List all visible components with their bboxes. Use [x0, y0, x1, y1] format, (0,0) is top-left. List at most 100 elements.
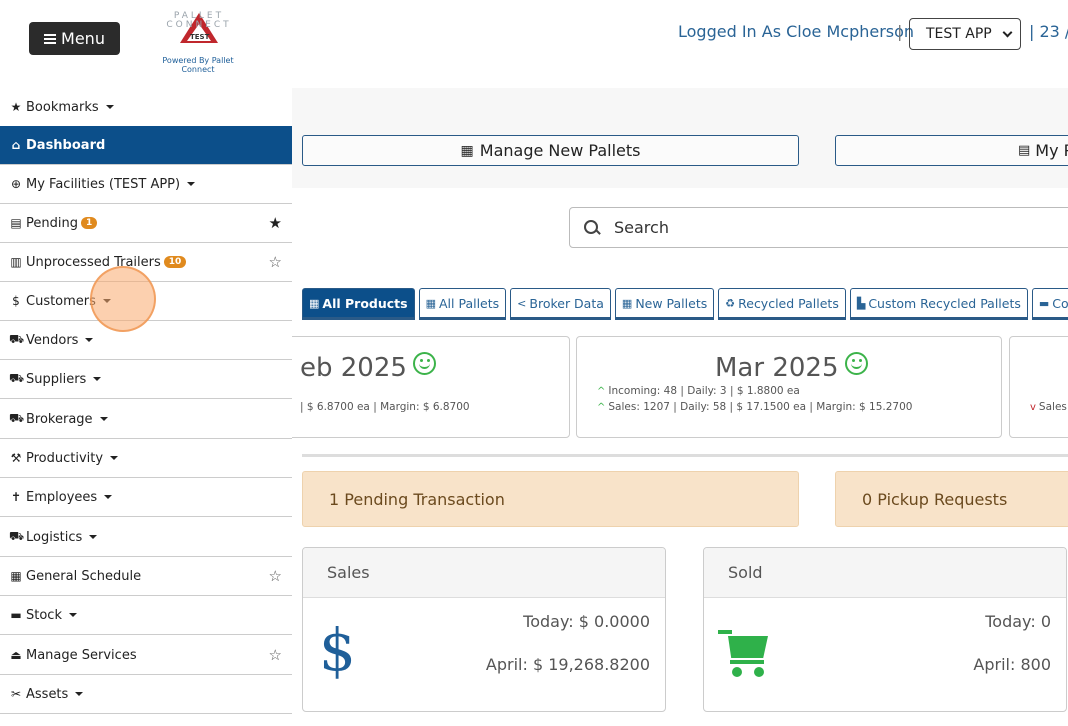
truck-icon: ⛟ [9, 529, 25, 543]
caret-down-icon [89, 535, 98, 539]
tab-all-pallets[interactable]: ▦ All Pallets [418, 288, 507, 320]
hammer-icon: ⚒ [10, 451, 22, 465]
shopping-cart-icon [718, 630, 774, 680]
panel-title: Sold [704, 548, 1066, 598]
calendar-icon: ▦ [10, 569, 22, 583]
sold-month: April: 800 [973, 655, 1051, 674]
tools-icon: ✂ [10, 687, 22, 701]
sidebar-item-productivity[interactable]: ⚒ Productivity [0, 439, 292, 478]
menu-button[interactable]: Menu [29, 22, 120, 55]
truck-icon: ⛟ [9, 371, 25, 385]
sidebar-item-assets[interactable]: ✂ Assets [0, 675, 292, 714]
clipboard-icon: ▤ [1018, 143, 1031, 158]
sidebar-item-label: Employees [26, 489, 98, 505]
month-sales-line: | $ 6.8700 ea | Margin: $ 6.8700 [300, 401, 470, 413]
tab-combo-pallets[interactable]: ▬Combo Pa [1031, 288, 1068, 320]
section-divider [302, 454, 1068, 457]
sidebar-item-label: Customers [26, 293, 96, 309]
caret-down-icon [75, 692, 84, 696]
sidebar-item-logistics[interactable]: ⛟ Logistics [0, 518, 292, 557]
sales-panel: Sales $ Today: $ 0.0000 April: $ 19,268.… [302, 547, 666, 712]
sidebar-item-suppliers[interactable]: ⛟ Suppliers [0, 360, 292, 399]
tab-broker-data[interactable]: < Broker Data [510, 288, 611, 320]
tab-label: All Pallets [439, 295, 500, 311]
menu-label: Menu [61, 29, 105, 48]
logged-in-user[interactable]: Logged In As Cloe Mcpherson [678, 22, 914, 41]
button-label: Manage New Pallets [479, 141, 641, 160]
sidebar-item-pending[interactable]: ▤ Pending 1 ★ [0, 204, 292, 243]
month-incoming-line: ^ Incoming: 48 | Daily: 3 | $ 1.8800 ea [597, 385, 800, 397]
truck-icon: ⛟ [9, 411, 25, 425]
tab-custom-recycled-pallets[interactable]: ▙ Custom Recycled Pallets [849, 288, 1028, 320]
sidebar-item-stock[interactable]: ▬ Stock [0, 596, 292, 635]
sidebar-item-brokerage[interactable]: ⛟ Brokerage [0, 400, 292, 439]
tab-recycled-pallets[interactable]: ♻ Recycled Pallets [718, 288, 846, 320]
sidebar-item-label: Bookmarks [26, 99, 99, 115]
caret-down-icon [99, 417, 108, 421]
logo-powered-by: Powered By Pallet Connect [162, 56, 234, 74]
sidebar-item-label: Vendors [26, 332, 79, 348]
chevron-up-icon: ^ [597, 402, 606, 413]
sidebar: ★ Bookmarks ⌂ Dashboard ⊕ My Facilities … [0, 88, 292, 726]
caret-down-icon [187, 182, 196, 186]
sidebar-item-label: Unprocessed Trailers [26, 254, 161, 270]
pending-count-badge: 1 [80, 217, 98, 229]
month-card-apr: v Sales [1009, 336, 1068, 438]
caret-down-icon [104, 495, 113, 499]
sidebar-item-manage-services[interactable]: ⏏ Manage Services ☆ [0, 636, 292, 675]
header-separator: | [897, 22, 903, 41]
bookmark-star-outline-icon[interactable]: ☆ [269, 646, 282, 664]
sales-today: Today: $ 0.0000 [523, 612, 650, 631]
trailer-icon: ▥ [10, 255, 22, 269]
app-select[interactable]: TEST APP [909, 18, 1021, 50]
sidebar-item-label: Suppliers [26, 371, 87, 387]
sidebar-item-general-schedule[interactable]: ▦ General Schedule ☆ [0, 557, 292, 596]
tab-label: Combo Pa [1052, 295, 1068, 311]
tab-label: All Products [322, 295, 408, 311]
tab-all-products[interactable]: ▦ All Products [302, 288, 415, 320]
sidebar-item-label: Brokerage [26, 411, 93, 427]
clipboard-icon: ▤ [10, 216, 22, 230]
bookmark-star-outline-icon[interactable]: ☆ [269, 567, 282, 585]
sidebar-item-bookmarks[interactable]: ★ Bookmarks [0, 88, 292, 127]
sold-today: Today: 0 [985, 612, 1051, 631]
caret-down-icon [85, 338, 94, 342]
bookmark-star-icon[interactable]: ★ [269, 214, 282, 232]
search-input[interactable]: Search [569, 207, 1068, 248]
smiley-icon [412, 352, 436, 375]
click-indicator [90, 266, 156, 332]
bookmark-star-outline-icon[interactable]: ☆ [269, 253, 282, 271]
tab-label: New Pallets [635, 295, 708, 311]
sidebar-item-label: Logistics [26, 529, 83, 545]
manage-new-pallets-button[interactable]: ▦ Manage New Pallets [302, 135, 799, 166]
pending-transaction-alert[interactable]: 1 Pending Transaction [302, 471, 799, 527]
tab-label: Custom Recycled Pallets [868, 295, 1021, 311]
pallet-stack-icon: ▦ [621, 296, 633, 310]
pallet-connect-logo[interactable]: PALLET CONNECT TEST Powered By Pallet Co… [146, 10, 250, 75]
month-card-feb: eb 2025 | $ 6.8700 ea | Margin: $ 6.8700 [292, 336, 570, 438]
chevron-down-icon: v [1030, 402, 1036, 413]
sidebar-item-vendors[interactable]: ⛟ Vendors [0, 321, 292, 360]
sidebar-item-label: My Facilities (TEST APP) [26, 176, 181, 192]
forklift-icon: ▙ [856, 296, 866, 310]
sidebar-item-my-facilities[interactable]: ⊕ My Facilities (TEST APP) [0, 165, 292, 204]
chevron-down-icon [1002, 27, 1013, 38]
sidebar-item-label: Pending [26, 215, 78, 231]
hamburger-icon [44, 33, 57, 44]
sold-panel: Sold Today: 0 April: 800 [703, 547, 1067, 712]
dollar-icon: $ [12, 294, 20, 308]
sidebar-item-dashboard[interactable]: ⌂ Dashboard [0, 126, 292, 165]
pallet-icon: ▬ [10, 608, 22, 622]
app-select-value: TEST APP [926, 26, 992, 42]
header-tail-text[interactable]: | 23 / [1029, 22, 1068, 41]
sidebar-item-label: Manage Services [26, 647, 137, 663]
tab-new-pallets[interactable]: ▦ New Pallets [614, 288, 715, 320]
star-icon: ★ [10, 100, 22, 114]
pickup-requests-alert[interactable]: 0 Pickup Requests [835, 471, 1068, 527]
recycle-icon: ♻ [725, 296, 736, 310]
eject-icon: ⏏ [10, 648, 22, 662]
product-tabs: ▦ All Products ▦ All Pallets < Broker Data … [302, 288, 1068, 321]
sidebar-item-label: Productivity [26, 450, 104, 466]
sidebar-item-employees[interactable]: ✝ Employees [0, 478, 292, 517]
my-partial-button[interactable]: ▤ My P [835, 135, 1068, 166]
